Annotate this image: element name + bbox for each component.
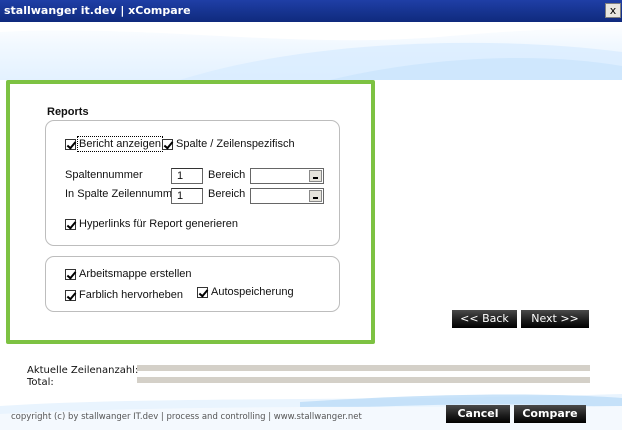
header-wave-decoration <box>0 22 622 80</box>
checkbox-checked-icon <box>65 138 76 150</box>
window-title: stallwanger it.dev | xCompare <box>4 4 191 17</box>
farblich-checkbox[interactable]: Farblich hervorheben <box>65 289 183 301</box>
hyperlinks-label: Hyperlinks für Report generieren <box>79 218 238 230</box>
reports-panel: Reports Bericht anzeigen Spalte / Zeilen… <box>6 80 375 344</box>
aktuelle-zeilenanzahl-label: Aktuelle Zeilenanzahl: <box>27 365 139 376</box>
bereich-label-2: Bereich <box>208 188 246 200</box>
dropdown-icon[interactable] <box>309 170 322 182</box>
spaltennummer-label: Spaltennummer <box>65 169 143 181</box>
reports-title: Reports <box>47 106 89 118</box>
output-options-group: Arbeitsmappe erstellen Farblich hervorhe… <box>45 256 340 312</box>
title-bar: stallwanger it.dev | xCompare x <box>0 0 622 22</box>
bereich-combo-1[interactable] <box>250 168 324 184</box>
checkbox-checked-icon <box>65 268 76 280</box>
in-spalte-zeilennummer-label: In Spalte Zeilennummer <box>65 188 182 200</box>
back-button[interactable]: << Back <box>452 310 517 328</box>
next-button[interactable]: Next >> <box>521 310 589 328</box>
arbeitsmappe-checkbox[interactable]: Arbeitsmappe erstellen <box>65 268 192 280</box>
bereich-combo-2[interactable] <box>250 188 324 204</box>
hyperlinks-checkbox[interactable]: Hyperlinks für Report generieren <box>65 218 238 230</box>
bericht-anzeigen-checkbox[interactable]: Bericht anzeigen <box>65 136 163 152</box>
dropdown-icon[interactable] <box>309 190 322 202</box>
report-options-group: Bericht anzeigen Spalte / Zeilenspezifis… <box>45 120 340 246</box>
arbeitsmappe-label: Arbeitsmappe erstellen <box>79 268 192 280</box>
spaltennummer-input[interactable]: 1 <box>171 168 203 184</box>
checkbox-checked-icon <box>197 286 208 298</box>
total-label: Total: <box>27 377 54 388</box>
cancel-button[interactable]: Cancel <box>446 405 510 423</box>
header-band <box>0 22 622 80</box>
close-icon[interactable]: x <box>605 3 621 18</box>
total-progress-bar <box>137 377 590 383</box>
autospeicherung-label: Autospeicherung <box>211 286 294 298</box>
spalte-zeilenspezifisch-label: Spalte / Zeilenspezifisch <box>176 138 295 150</box>
aktuelle-zeilenanzahl-progress-bar <box>137 365 590 371</box>
copyright-text: copyright (c) by stallwanger IT.dev | pr… <box>11 412 362 422</box>
checkbox-checked-icon <box>162 138 173 150</box>
checkbox-checked-icon <box>65 289 76 301</box>
in-spalte-zeilennummer-input[interactable]: 1 <box>171 188 203 204</box>
compare-button[interactable]: Compare <box>514 405 586 423</box>
bericht-anzeigen-label: Bericht anzeigen <box>77 136 163 152</box>
checkbox-checked-icon <box>65 218 76 230</box>
bereich-label-1: Bereich <box>208 169 246 181</box>
spalte-zeilenspezifisch-checkbox[interactable]: Spalte / Zeilenspezifisch <box>162 138 295 150</box>
farblich-label: Farblich hervorheben <box>79 289 183 301</box>
autospeicherung-checkbox[interactable]: Autospeicherung <box>197 286 294 298</box>
